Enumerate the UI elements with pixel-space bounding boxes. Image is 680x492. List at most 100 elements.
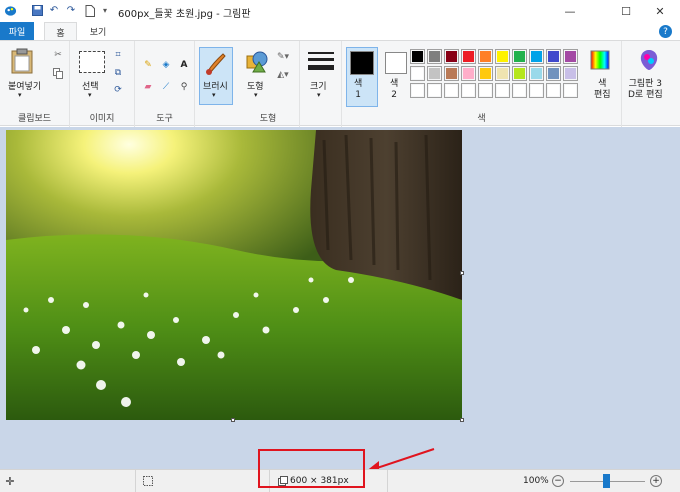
image-group-label: 이미지	[89, 114, 115, 124]
color-swatch[interactable]	[512, 66, 527, 81]
tab-view[interactable]: 보기	[83, 22, 113, 41]
rotate-icon[interactable]: ⟳	[112, 84, 124, 96]
color-swatch[interactable]	[563, 49, 578, 64]
close-button[interactable]: ✕	[638, 0, 680, 22]
edit-colors-icon[interactable]	[589, 49, 611, 71]
edit-with-paint3d-button[interactable]: 그림판 3 D로 편집	[628, 79, 663, 101]
color-swatch-fill	[429, 85, 440, 96]
color-swatch[interactable]	[444, 66, 459, 81]
color-swatch[interactable]	[410, 83, 425, 98]
shapes-icon[interactable]	[244, 49, 270, 75]
color-swatch[interactable]	[546, 83, 561, 98]
brush-icon	[205, 51, 227, 75]
crop-icon[interactable]: ⌗	[112, 49, 124, 61]
new-file-icon[interactable]	[84, 4, 96, 17]
select-icon[interactable]	[79, 51, 105, 73]
annotation-highlight-box	[258, 449, 365, 488]
color-swatch[interactable]	[427, 66, 442, 81]
pencil-icon[interactable]: ✎	[142, 59, 154, 71]
resize-handle-right[interactable]	[460, 271, 464, 275]
cut-icon[interactable]: ✂	[52, 49, 64, 61]
shapes-group-label: 도형	[259, 114, 277, 124]
fill-icon[interactable]: ◈	[160, 59, 172, 71]
eraser-icon[interactable]: ▰	[142, 81, 154, 93]
color-swatch-fill	[497, 85, 508, 96]
color-swatch[interactable]	[410, 66, 425, 81]
minimize-button[interactable]: —	[548, 0, 592, 22]
text-icon[interactable]: A	[178, 59, 190, 71]
size-dropdown-icon[interactable]: ▾	[317, 91, 321, 99]
color-swatch[interactable]	[563, 66, 578, 81]
save-icon[interactable]	[31, 4, 43, 17]
color-swatch[interactable]	[512, 83, 527, 98]
canvas-area[interactable]	[0, 127, 680, 474]
color-swatch[interactable]	[546, 66, 561, 81]
size-icon[interactable]	[308, 51, 334, 71]
magnifier-icon[interactable]: ⚲	[178, 81, 190, 93]
maximize-icon: ☐	[621, 4, 631, 18]
resize-handle-bottom[interactable]	[231, 418, 235, 422]
color-swatch-fill	[480, 85, 491, 96]
paint-app-icon	[5, 4, 17, 17]
paste-icon[interactable]	[8, 47, 36, 75]
color-swatch-fill	[412, 68, 423, 79]
title-bar: ↶ ↷ ▾ 600px_들꽃 초원.jpg - 그림판 — ☐ ✕	[0, 0, 680, 22]
canvas-image[interactable]	[6, 130, 462, 420]
tools-group-label: 도구	[156, 114, 173, 124]
tab-file[interactable]: 파일	[0, 22, 34, 41]
color-swatch[interactable]	[461, 66, 476, 81]
color-swatch[interactable]	[478, 83, 493, 98]
help-icon[interactable]: ?	[659, 25, 672, 38]
color-swatch[interactable]	[495, 49, 510, 64]
color-swatch[interactable]	[529, 49, 544, 64]
color-swatch[interactable]	[478, 49, 493, 64]
color-swatch[interactable]	[563, 83, 578, 98]
brushes-dropdown-icon[interactable]: ▾	[212, 91, 216, 99]
color-swatch-fill	[446, 51, 457, 62]
paint3d-icon[interactable]	[638, 49, 660, 71]
colors-group: 색 1 색 2 색 편집 색	[342, 41, 622, 127]
color-swatch[interactable]	[427, 49, 442, 64]
color-swatch[interactable]	[427, 83, 442, 98]
color-swatch[interactable]	[495, 66, 510, 81]
undo-icon[interactable]: ↶	[48, 4, 60, 17]
color-swatch[interactable]	[478, 66, 493, 81]
color-swatch[interactable]	[512, 49, 527, 64]
paste-button[interactable]: 붙여넣기	[8, 79, 41, 92]
quick-access-dropdown-icon[interactable]: ▾	[99, 4, 111, 17]
color-swatch[interactable]	[461, 49, 476, 64]
tab-home[interactable]: 홈	[44, 22, 77, 41]
color-picker-icon[interactable]: ⟋	[160, 81, 172, 93]
color-swatch[interactable]	[529, 83, 544, 98]
color-swatch[interactable]	[461, 83, 476, 98]
paste-dropdown-icon[interactable]: ▾	[18, 91, 22, 99]
zoom-slider-thumb[interactable]	[603, 474, 610, 488]
color-palette	[410, 49, 578, 98]
copy-icon[interactable]	[52, 67, 64, 79]
color-swatch-fill	[446, 85, 457, 96]
fill-shape-icon[interactable]: ◭▾	[277, 69, 289, 81]
color-swatch[interactable]	[495, 83, 510, 98]
select-dropdown-icon[interactable]: ▾	[88, 91, 92, 99]
outline-icon[interactable]: ✎▾	[277, 51, 289, 63]
edit-colors-button[interactable]: 색 편집	[594, 79, 611, 101]
color-swatch[interactable]	[410, 49, 425, 64]
color1-label: 색 1	[354, 79, 363, 100]
zoom-in-button[interactable]: +	[650, 475, 662, 487]
color-swatch[interactable]	[444, 83, 459, 98]
resize-icon[interactable]: ⧉	[112, 67, 124, 79]
paint-window: ↶ ↷ ▾ 600px_들꽃 초원.jpg - 그림판 — ☐ ✕ 파일 홈 보…	[0, 0, 680, 492]
color-swatch[interactable]	[529, 66, 544, 81]
color2-label: 색 2	[390, 79, 399, 100]
zoom-out-button[interactable]: −	[552, 475, 564, 487]
color-swatch[interactable]	[444, 49, 459, 64]
color2-swatch[interactable]	[385, 52, 407, 74]
selection-size-cell	[136, 470, 270, 492]
color-swatch[interactable]	[546, 49, 561, 64]
color-swatch-fill	[531, 51, 542, 62]
redo-icon[interactable]: ↷	[65, 4, 77, 17]
ribbon: 붙여넣기 ▾ ✂ 클립보드 선택 ▾ ⌗ ⧉ ⟳ 이미지 ✎ ◈ A ▰ ⟋ ⚲…	[0, 40, 680, 127]
shapes-dropdown-icon[interactable]: ▾	[254, 91, 258, 99]
close-icon: ✕	[655, 4, 665, 18]
resize-handle-corner[interactable]	[460, 418, 464, 422]
